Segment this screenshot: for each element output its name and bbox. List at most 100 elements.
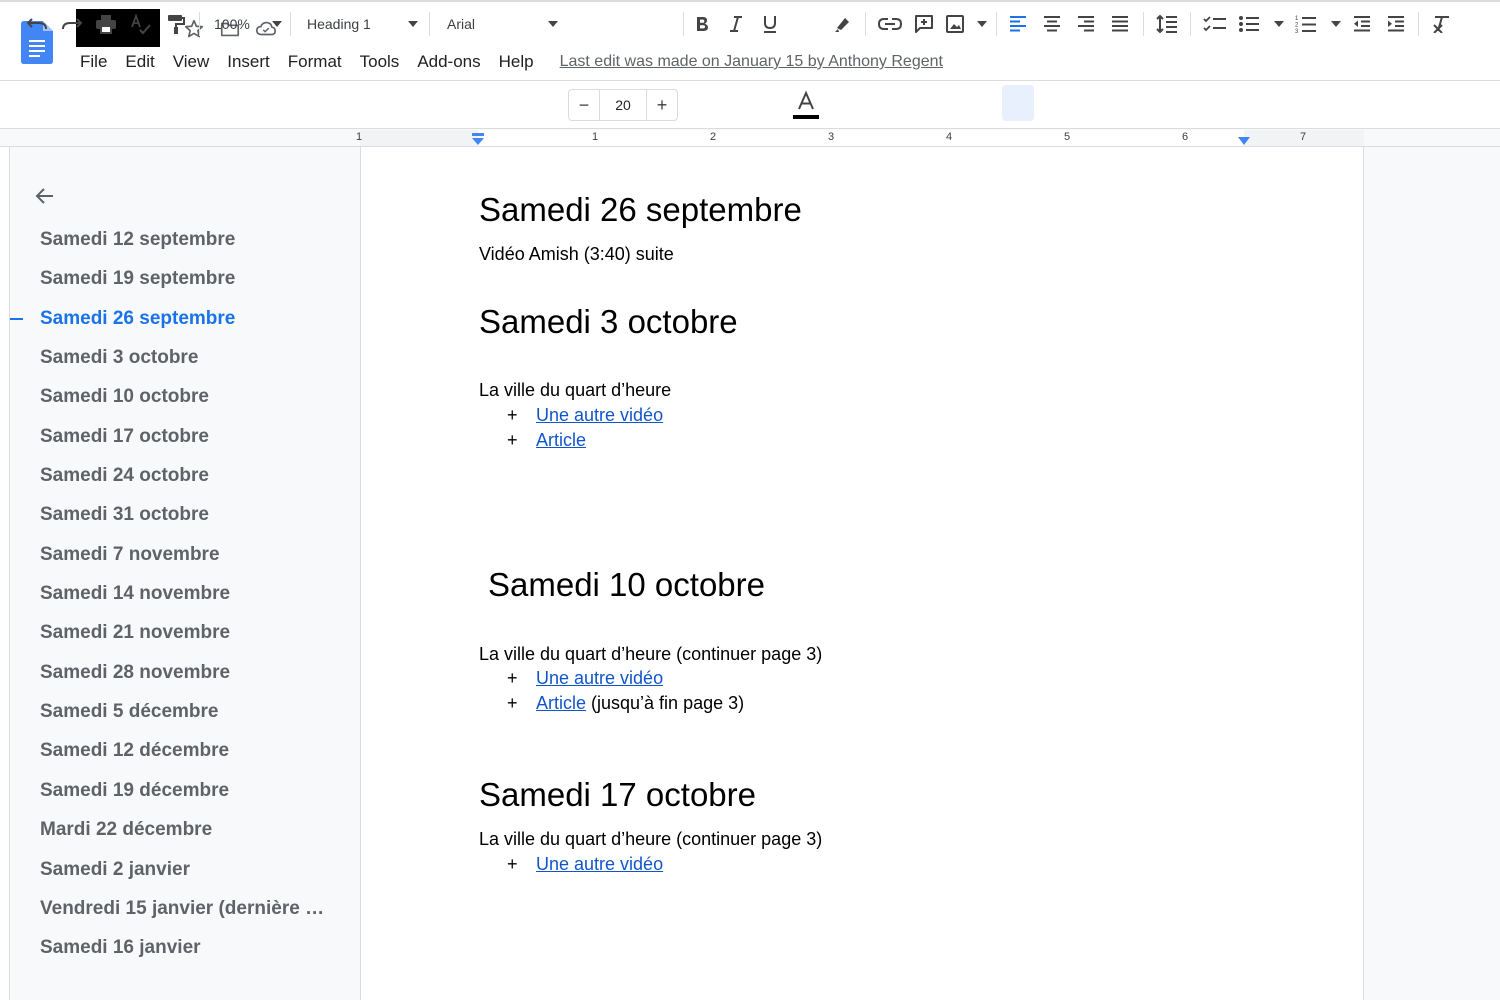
chevron-down-icon — [1331, 21, 1341, 27]
outline-item[interactable]: Mardi 22 décembre — [40, 818, 350, 857]
horizontal-ruler[interactable]: 1 1 2 3 4 5 6 7 — [356, 130, 1364, 147]
toolbar-divider — [996, 12, 997, 36]
clear-formatting-icon[interactable] — [1430, 12, 1454, 36]
undo-icon[interactable] — [24, 12, 50, 36]
font-size-increase-button[interactable]: + — [647, 95, 677, 116]
outline-item[interactable]: Samedi 14 novembre — [40, 582, 350, 621]
italic-icon[interactable] — [724, 12, 748, 36]
menu-insert[interactable]: Insert — [227, 52, 270, 72]
style-dropdown[interactable]: Heading 1 — [307, 12, 418, 36]
menu-tools[interactable]: Tools — [360, 52, 400, 72]
outline-item[interactable]: Samedi 16 janvier — [40, 936, 350, 975]
heading-1[interactable]: Samedi 17 octobre — [479, 776, 756, 814]
bold-icon[interactable] — [690, 12, 714, 36]
paint-format-icon[interactable] — [164, 12, 188, 36]
list-bullet: + — [507, 668, 518, 688]
increase-indent-icon[interactable] — [1384, 12, 1408, 36]
underline-icon[interactable] — [758, 12, 782, 36]
line-spacing-icon[interactable] — [1154, 12, 1180, 36]
outline-item[interactable]: Samedi 26 septembre — [40, 307, 350, 346]
align-center-icon[interactable] — [1040, 12, 1064, 36]
outline-item[interactable]: Samedi 7 novembre — [40, 543, 350, 582]
outline-item[interactable]: Samedi 2 janvier — [40, 858, 350, 897]
checklist-icon[interactable] — [1202, 12, 1228, 36]
outline-item[interactable]: Vendredi 15 janvier (dernière … — [40, 897, 350, 936]
numbered-list-icon: 123 — [1295, 16, 1316, 34]
font-size-decrease-button[interactable]: − — [569, 95, 599, 116]
chevron-down-icon — [548, 21, 558, 27]
menu-edit[interactable]: Edit — [125, 52, 154, 72]
ruler-number: 7 — [1300, 131, 1307, 143]
heading-1[interactable]: Samedi 10 octobre — [488, 566, 765, 604]
vertical-ruler[interactable] — [0, 147, 10, 1000]
article-link[interactable]: Article — [536, 693, 586, 713]
menu-bar: File Edit View Insert Format Tools Add-o… — [80, 52, 943, 72]
list-bullet: + — [507, 854, 518, 874]
video-link[interactable]: Une autre vidéo — [536, 405, 663, 425]
justify-icon[interactable] — [1108, 12, 1132, 36]
outline-item[interactable]: Samedi 24 octobre — [40, 464, 350, 503]
zoom-dropdown[interactable]: 100% — [214, 12, 282, 36]
outline-item[interactable]: Samedi 10 octobre — [40, 385, 350, 424]
font-size-input[interactable]: 20 — [599, 90, 647, 120]
list-item: + Une autre vidéo — [507, 854, 663, 875]
toolbar — [0, 81, 1500, 129]
paragraph[interactable]: Vidéo Amish (3:40) suite — [479, 244, 674, 265]
toolbar-divider — [429, 12, 430, 36]
outline-item[interactable]: Samedi 3 octobre — [40, 346, 350, 385]
add-comment-icon[interactable] — [912, 12, 936, 36]
print-icon[interactable] — [94, 12, 118, 36]
outline-item[interactable]: Samedi 28 novembre — [40, 661, 350, 700]
ruler-margin-left — [360, 130, 478, 146]
highlight-icon[interactable] — [831, 12, 855, 36]
font-dropdown[interactable]: Arial — [447, 12, 558, 36]
indent-marker-icon[interactable] — [471, 132, 485, 146]
text-color-icon[interactable] — [792, 90, 820, 120]
video-link[interactable]: Une autre vidéo — [536, 854, 663, 874]
outline-item[interactable]: Samedi 17 octobre — [40, 425, 350, 464]
paragraph[interactable]: La ville du quart d’heure (continuer pag… — [479, 829, 822, 850]
numbered-list-dropdown[interactable]: 123 — [1295, 12, 1341, 36]
ruler-number: 1 — [356, 131, 363, 143]
video-link[interactable]: Une autre vidéo — [536, 668, 663, 688]
outline-item[interactable]: Samedi 12 décembre — [40, 739, 350, 778]
right-gutter — [1364, 147, 1500, 1000]
last-edit-link[interactable]: Last edit was made on January 15 by Anth… — [560, 53, 943, 71]
heading-1[interactable]: Samedi 26 septembre — [479, 191, 802, 229]
link-icon[interactable] — [876, 12, 904, 36]
redo-icon[interactable] — [59, 12, 85, 36]
ruler-number: 1 — [592, 131, 599, 143]
spellcheck-icon[interactable] — [129, 12, 153, 36]
outline-item[interactable]: Samedi 19 décembre — [40, 779, 350, 818]
align-left-icon[interactable] — [1006, 12, 1030, 36]
outline-item[interactable]: Samedi 5 décembre — [40, 700, 350, 739]
align-right-icon[interactable] — [1074, 12, 1098, 36]
bulleted-list-dropdown[interactable] — [1238, 12, 1284, 36]
menu-help[interactable]: Help — [499, 52, 534, 72]
svg-text:2: 2 — [1295, 23, 1299, 29]
outline-item[interactable]: Samedi 12 septembre — [40, 228, 350, 267]
outline-item[interactable]: Samedi 19 septembre — [40, 267, 350, 306]
ruler-left-gutter — [0, 130, 360, 147]
heading-1[interactable]: Samedi 3 octobre — [479, 303, 738, 341]
menu-view[interactable]: View — [173, 52, 210, 72]
chevron-down-icon — [1274, 21, 1284, 27]
toolbar-divider — [1418, 12, 1419, 36]
outline-item[interactable]: Samedi 31 octobre — [40, 503, 350, 542]
decrease-indent-icon[interactable] — [1350, 12, 1374, 36]
menu-format[interactable]: Format — [288, 52, 342, 72]
ruler-number: 4 — [946, 131, 953, 143]
zoom-value: 100% — [214, 16, 250, 32]
paragraph[interactable]: La ville du quart d’heure — [479, 380, 671, 401]
insert-image-dropdown[interactable] — [945, 12, 987, 36]
paragraph[interactable]: La ville du quart d’heure (continuer pag… — [479, 644, 822, 665]
menu-file[interactable]: File — [80, 52, 107, 72]
close-outline-arrow-left-icon[interactable] — [32, 183, 58, 209]
article-link[interactable]: Article — [536, 430, 586, 450]
font-size-control: − 20 + — [568, 89, 678, 121]
outline-item[interactable]: Samedi 21 novembre — [40, 621, 350, 660]
menu-add-ons[interactable]: Add-ons — [417, 52, 480, 72]
document-page[interactable]: Samedi 26 septembre Vidéo Amish (3:40) s… — [360, 147, 1364, 1000]
right-indent-marker-icon[interactable] — [1237, 136, 1251, 146]
ruler-number: 2 — [710, 131, 717, 143]
